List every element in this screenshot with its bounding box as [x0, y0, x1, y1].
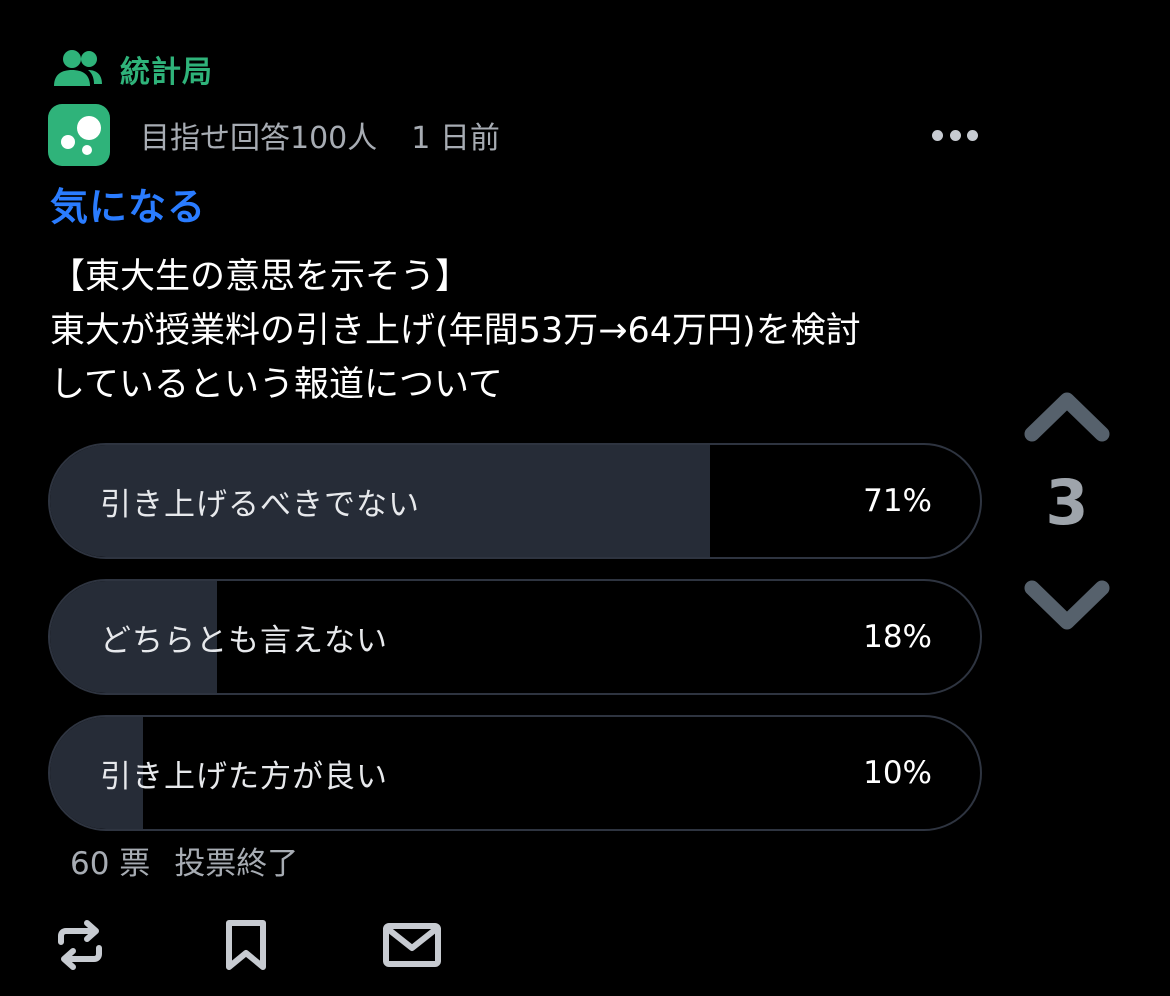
message-button[interactable] — [382, 915, 442, 975]
mail-icon — [383, 923, 441, 967]
people-icon — [54, 50, 102, 86]
author-name[interactable]: 目指せ回答100人 — [140, 121, 377, 156]
author-avatar[interactable] — [48, 104, 110, 166]
poll-option-percent: 71% — [863, 483, 932, 519]
post-tag[interactable]: 気になる — [50, 176, 206, 231]
poll-option-percent: 10% — [863, 755, 932, 791]
community-name[interactable]: 統計局 — [120, 47, 213, 91]
poll-option-percent: 18% — [863, 619, 932, 655]
post-body: 【東大生の意思を示そう】 東大が授業料の引き上げ(年間53万→64万円)を検討 … — [50, 250, 980, 412]
poll-option-label: どちらとも言えない — [100, 622, 388, 659]
vote-widget: 3 — [1022, 386, 1112, 636]
post-body-line: 東大が授業料の引き上げ(年間53万→64万円)を検討 — [50, 311, 861, 351]
post-body-line: しているという報道について — [50, 365, 503, 405]
bookmark-icon — [226, 920, 266, 970]
poll-status: 投票終了 — [174, 846, 299, 882]
dot — [967, 129, 978, 141]
poll-footer: 60 票投票終了 — [70, 838, 298, 883]
poll-option-label: 引き上げるべきでない — [100, 486, 420, 523]
chevron-down-icon[interactable] — [1022, 576, 1112, 636]
poll-option[interactable]: 引き上げた方が良い 10% — [48, 715, 982, 831]
post-page: 統計局 目指せ回答100人 1 日前 気になる 【東大生の意思を示そう】 東大が授… — [0, 0, 1170, 996]
dot — [932, 129, 943, 141]
bookmark-button[interactable] — [216, 915, 276, 975]
community-header[interactable]: 統計局 — [52, 46, 213, 92]
more-dots-icon[interactable] — [932, 120, 978, 150]
author-meta: 目指せ回答100人 1 日前 — [140, 113, 500, 157]
poll-option-label: 引き上げた方が良い — [100, 758, 388, 795]
post-body-line: 【東大生の意思を示そう】 — [50, 257, 471, 297]
post-time: 1 日前 — [411, 121, 500, 156]
repost-button[interactable] — [50, 915, 110, 975]
author-row: 目指せ回答100人 1 日前 — [48, 104, 978, 166]
poll-vote-count: 60 票 — [70, 846, 151, 882]
post-actions — [50, 910, 442, 980]
poll-option[interactable]: 引き上げるべきでない 71% — [48, 443, 982, 559]
vote-score: 3 — [1045, 466, 1089, 539]
poll: 引き上げるべきでない 71% どちらとも言えない 18% 引き上げた方が良い 1… — [48, 443, 982, 851]
dot — [949, 129, 961, 141]
poll-option[interactable]: どちらとも言えない 18% — [48, 579, 982, 695]
chevron-up-icon[interactable] — [1022, 386, 1112, 446]
repost-icon — [58, 920, 102, 970]
avatar-logo-icon — [61, 116, 101, 155]
